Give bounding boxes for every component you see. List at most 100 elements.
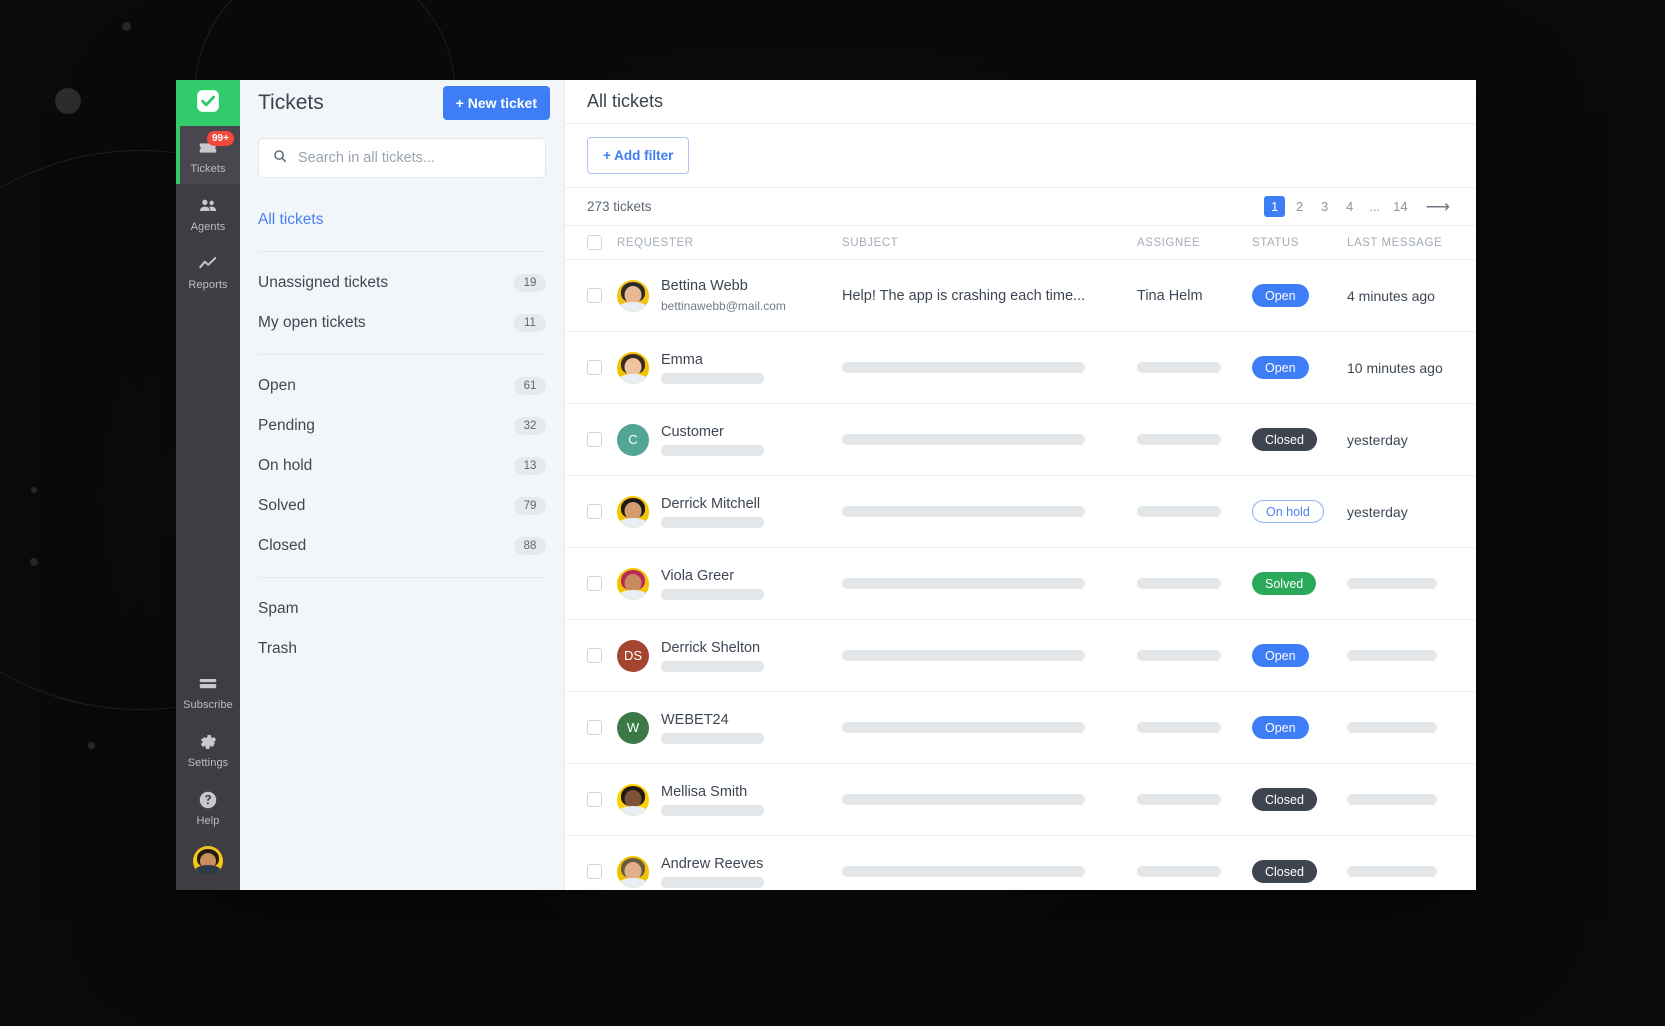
assignee-cell xyxy=(1137,866,1252,877)
filter-closed[interactable]: Closed 88 xyxy=(258,526,546,566)
avatar-face xyxy=(617,352,649,384)
avatar-face xyxy=(617,568,649,600)
sidebar-item-tickets[interactable]: 99+ Tickets xyxy=(176,126,240,184)
table-row[interactable]: W WEBET24 Open xyxy=(565,692,1476,764)
page-2-button[interactable]: 2 xyxy=(1289,196,1310,217)
page-3-button[interactable]: 3 xyxy=(1314,196,1335,217)
ticket-filter-list: All tickets Unassigned tickets 19 My ope… xyxy=(240,178,564,669)
page-14-button[interactable]: 14 xyxy=(1389,196,1411,217)
filter-open[interactable]: Open 61 xyxy=(258,366,546,406)
page-4-button[interactable]: 4 xyxy=(1339,196,1360,217)
row-checkbox[interactable] xyxy=(587,576,602,591)
column-header-status: STATUS xyxy=(1252,236,1299,249)
checkbox-check-icon xyxy=(195,88,221,119)
row-checkbox[interactable] xyxy=(587,360,602,375)
page-1-button[interactable]: 1 xyxy=(1264,196,1286,217)
filter-solved-label: Solved xyxy=(258,497,306,514)
avatar: DS xyxy=(617,639,649,672)
sidebar-item-subscribe[interactable]: Subscribe xyxy=(176,662,240,720)
requester-name: Viola Greer xyxy=(661,567,735,584)
last-message-text: yesterday xyxy=(1347,503,1408,520)
row-checkbox[interactable] xyxy=(587,432,602,447)
assignee-placeholder xyxy=(1137,506,1221,517)
filter-pending-count: 32 xyxy=(514,417,546,435)
filter-solved-count: 79 xyxy=(514,497,546,515)
assignee-cell xyxy=(1137,794,1252,805)
primary-nav-rail: 99+ Tickets Agents Reports Subscribe Set… xyxy=(176,80,240,890)
divider-3 xyxy=(258,577,546,578)
table-header: REQUESTER SUBJECT ASSIGNEE STATUS LAST M… xyxy=(565,226,1476,260)
filter-on-hold[interactable]: On hold 13 xyxy=(258,446,546,486)
avatar[interactable] xyxy=(193,846,223,876)
assignee-cell xyxy=(1137,362,1252,373)
table-row[interactable]: Emma Open 10 minutes ago xyxy=(565,332,1476,404)
status-cell: Solved xyxy=(1252,572,1347,595)
last-message-cell xyxy=(1347,650,1454,661)
subject-placeholder xyxy=(842,794,1085,805)
row-checkbox[interactable] xyxy=(587,864,602,879)
arrow-right-icon[interactable]: ⟶ xyxy=(1422,196,1454,217)
requester-text: Derrick Shelton xyxy=(661,640,764,672)
tickets-panel: Tickets + New ticket All tickets xyxy=(240,80,565,890)
requester-email-placeholder xyxy=(661,804,764,816)
ticket-icon: 99+ xyxy=(197,131,234,159)
table-row[interactable]: Andrew Reeves Closed xyxy=(565,836,1476,890)
avatar xyxy=(617,495,649,528)
requester-text: Andrew Reeves xyxy=(661,856,764,888)
decorative-dot-4 xyxy=(30,558,38,566)
filter-unassigned-tickets-count: 19 xyxy=(514,274,546,292)
filter-pending[interactable]: Pending 32 xyxy=(258,406,546,446)
row-checkbox[interactable] xyxy=(587,504,602,519)
table-row[interactable]: Bettina Webb bettinawebb@mail.com Help! Th… xyxy=(565,260,1476,332)
table-row[interactable]: Mellisa Smith Closed xyxy=(565,764,1476,836)
row-checkbox[interactable] xyxy=(587,648,602,663)
add-filter-button[interactable]: + Add filter xyxy=(587,137,690,174)
sidebar-item-reports-label: Reports xyxy=(188,279,228,291)
filter-solved[interactable]: Solved 79 xyxy=(258,486,546,526)
search-wrapper xyxy=(240,126,564,178)
table-row[interactable]: DS Derrick Shelton Open xyxy=(565,620,1476,692)
row-checkbox[interactable] xyxy=(587,288,602,303)
last-message-cell xyxy=(1347,722,1454,733)
app-logo[interactable] xyxy=(176,80,240,126)
avatar xyxy=(617,783,649,816)
status-badge: Open xyxy=(1252,644,1309,667)
select-all-checkbox[interactable] xyxy=(587,235,602,250)
table-row[interactable]: Viola Greer Solved xyxy=(565,548,1476,620)
sidebar-item-settings[interactable]: Settings xyxy=(176,720,240,778)
sidebar-item-help[interactable]: Help xyxy=(176,778,240,836)
requester-email-placeholder xyxy=(661,660,764,672)
sidebar-item-reports[interactable]: Reports xyxy=(176,242,240,300)
table-row[interactable]: C Customer Closed yesterday xyxy=(565,404,1476,476)
row-select-cell xyxy=(587,648,617,663)
row-checkbox[interactable] xyxy=(587,720,602,735)
filter-spam[interactable]: Spam xyxy=(258,589,546,629)
filter-trash[interactable]: Trash xyxy=(258,629,546,669)
filter-unassigned-tickets[interactable]: Unassigned tickets 19 xyxy=(258,263,546,303)
ticket-table-body: Bettina Webb bettinawebb@mail.com Help! Th… xyxy=(565,260,1476,890)
search-input[interactable] xyxy=(298,150,532,166)
row-checkbox[interactable] xyxy=(587,792,602,807)
requester-name: Bettina Webb xyxy=(661,278,748,294)
status-badge: Closed xyxy=(1252,788,1317,811)
new-ticket-button[interactable]: + New ticket xyxy=(442,86,550,120)
search-box[interactable] xyxy=(258,138,546,178)
credit-card-icon xyxy=(197,673,219,695)
subject-cell xyxy=(842,866,1137,877)
sidebar-item-agents[interactable]: Agents xyxy=(176,184,240,242)
status-cell: On hold xyxy=(1252,500,1347,523)
status-badge: On hold xyxy=(1252,500,1324,523)
subject-cell xyxy=(842,650,1137,661)
app-window: 99+ Tickets Agents Reports Subscribe Set… xyxy=(176,80,1476,890)
row-select-cell xyxy=(587,576,617,591)
table-row[interactable]: Derrick Mitchell On hold yesterday xyxy=(565,476,1476,548)
assignee-cell xyxy=(1137,578,1252,589)
gear-icon xyxy=(197,731,219,753)
rail-bottom-group: Subscribe Settings Help xyxy=(176,662,240,890)
subject-cell xyxy=(842,362,1137,373)
subject-placeholder xyxy=(842,434,1085,445)
filter-my-open-tickets[interactable]: My open tickets 11 xyxy=(258,303,546,343)
assignee-placeholder xyxy=(1137,794,1221,805)
filter-all-tickets[interactable]: All tickets xyxy=(258,200,546,240)
filter-trash-label: Trash xyxy=(258,640,298,657)
